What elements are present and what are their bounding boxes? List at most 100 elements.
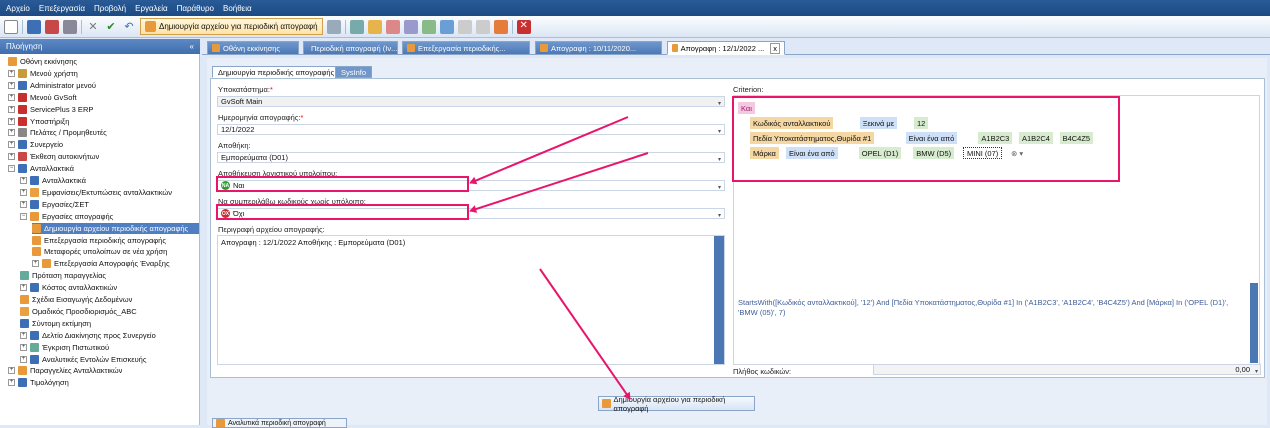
new-icon[interactable] [4,19,18,34]
nav-item[interactable]: + ServicePlus 3 ERP [8,104,93,115]
check-icon[interactable]: ✔ [104,20,118,34]
chevron-down-icon[interactable]: ▾ [718,156,721,163]
expand-icon[interactable]: + [8,69,15,77]
nav-item[interactable]: + Αναλυτικές Εντολών Επισκευής [20,354,146,365]
nav-item[interactable]: + Εργασίες/ΣΕΤ [20,199,89,210]
refresh-icon[interactable] [349,19,364,34]
expand-icon[interactable]: + [20,177,27,184]
tab-sysinfo[interactable]: SysInfo [335,66,373,78]
tab-document[interactable]: Απογραφη : 12/1/2022 ... x [667,41,785,55]
analytic-inventory-button[interactable]: Αναλυτικά περιοδική απογραφή [212,418,347,428]
scrollbar[interactable] [714,236,724,364]
link-icon[interactable] [403,19,418,34]
tab-document[interactable]: Οθόνη εκκίνησης [207,41,299,55]
nav-forward-icon[interactable] [475,19,490,34]
print-icon[interactable] [63,19,77,34]
chevron-down-icon[interactable]: ▾ [718,212,721,219]
nav-item[interactable]: + Τιμολόγηση [8,377,69,388]
nav-item[interactable]: + Δελτίο Διακίνησης προς Συνεργείο [20,330,156,341]
expand-icon[interactable]: + [8,81,15,89]
nav-item[interactable]: + Παραγγελίες Ανταλλακτικών [8,365,122,376]
warehouse-label: Αποθήκη: [218,141,251,150]
nav-item[interactable]: Δημιουργία αρχείου περιοδικής απογραφής [32,222,199,234]
expand-icon[interactable]: + [8,93,15,101]
undo-icon[interactable]: ↶ [122,20,136,34]
attach-icon[interactable] [385,19,400,34]
expand-icon[interactable]: + [8,129,15,137]
expand-icon[interactable]: + [8,379,15,387]
nav-item[interactable]: + Μενού χρήστη [8,68,78,79]
chevron-down-icon[interactable]: ▾ [718,184,721,191]
nav-item[interactable]: + Κόστος ανταλλακτικών [20,282,117,293]
tab-close-icon[interactable]: x [770,42,780,54]
menu-edit[interactable]: Επεξεργασία [39,4,85,13]
nav-item[interactable]: Μεταφορές υπολοίπων σε νέα χρήση [32,246,167,257]
expand-icon[interactable]: + [20,188,27,196]
delete-icon[interactable]: ✕ [86,20,100,34]
nav-item[interactable]: − Ανταλλακτικά [8,163,74,174]
nav-item[interactable]: + Επεξεργασία Απογραφής Έναρξης [32,258,170,269]
menu-window[interactable]: Παράθυρο [177,4,214,13]
nav-item[interactable]: Πρόταση παραγγελίας [20,270,106,281]
nav-item[interactable]: − Εργασίες απογραφής [20,211,113,222]
tab-document[interactable]: Απογραφη : 10/11/2020... [535,41,662,55]
expand-icon[interactable]: + [20,355,27,363]
warehouse-select[interactable]: Εμπορεύματα (D01) ▾ [217,152,725,163]
nav-item[interactable]: Επεξεργασία περιοδικής απογραφής [32,235,166,246]
expand-icon[interactable]: + [32,260,39,268]
grid-icon[interactable] [326,19,341,34]
menu-view[interactable]: Προβολή [94,4,126,13]
folder-icon[interactable] [367,19,382,34]
save-icon[interactable] [27,19,41,34]
nav-item[interactable]: + Υποστήριξη [8,116,69,127]
expand-icon[interactable]: + [8,105,15,113]
close-icon[interactable]: ✕ [516,19,531,34]
tab-document[interactable]: Περιοδική απογραφή (Ιν... [303,41,398,55]
date-field[interactable]: 12/1/2022 ▾ [217,124,725,135]
nav-item[interactable]: Οθόνη εκκίνησης [8,56,77,67]
nav-item[interactable]: + Administrator μενού [8,80,96,91]
expand-icon[interactable]: + [8,153,15,161]
nav-item[interactable]: + Έκθεση αυτοκινήτων [8,151,99,162]
nav-item[interactable]: + Μενού GvSoft [8,92,77,103]
tab-create-periodic[interactable]: Δημιουργία περιοδικής απογραφής [212,66,341,78]
scrollbar[interactable] [1250,283,1258,363]
nav-item[interactable]: + Εμφανίσεις/Εκτυπώσεις ανταλλακτικών [20,187,172,198]
save-close-icon[interactable] [45,19,59,34]
nav-item[interactable]: Σύντομη εκτίμηση [20,318,91,329]
menu-help[interactable]: Βοήθεια [223,4,252,13]
description-textarea[interactable]: Απογραφη : 12/1/2022 Αποθήκης : Εμπορεύμ… [217,235,725,365]
node-icon [20,318,29,328]
menu-file[interactable]: Αρχείο [6,4,30,13]
expand-icon[interactable]: − [20,212,27,220]
calendar-icon[interactable] [421,19,436,34]
node-icon [30,354,39,364]
expand-icon[interactable]: + [20,284,27,292]
expand-icon[interactable]: + [20,331,27,339]
create-file-toolbar-button[interactable]: Δημιουργία αρχείου για περιοδική απογραφ… [140,18,323,35]
expand-icon[interactable]: + [8,141,15,149]
nav-item[interactable]: Σχέδια Εισαγωγής Δεδομένων [20,294,132,305]
expand-icon[interactable]: + [20,343,27,351]
help-icon[interactable] [493,19,508,34]
nav-item[interactable]: + Συνεργείο [8,139,63,150]
tab-label: Επεξεργασία περιοδικής... [418,43,506,53]
nav-item[interactable]: + Έγκριση Πιστωτικού [20,342,109,353]
tab-document[interactable]: Επεξεργασία περιοδικής... [402,41,530,55]
chevron-down-icon[interactable]: ▾ [718,128,721,135]
nav-item[interactable]: Ομαδικός Προσδιορισμός_ABC [20,306,137,317]
nav-item[interactable]: + Ανταλλακτικά [20,175,86,186]
document-tabs: Οθόνη εκκίνησης Περιοδική απογραφή (Ιν...… [202,39,1270,55]
expand-icon[interactable]: + [8,367,15,375]
expand-icon[interactable]: − [8,165,15,173]
expand-icon[interactable]: + [8,117,15,125]
report-icon[interactable] [439,19,454,34]
nav-item[interactable]: + Πελάτες / Προμηθευτές [8,127,107,138]
create-file-button[interactable]: Δημιουργία αρχείου για περιοδική απογραφ… [598,395,755,413]
nav-back-icon[interactable] [457,19,472,34]
subsystem-field[interactable]: GvSoft Main ▾ [217,96,725,107]
expand-icon[interactable]: + [20,200,27,208]
menu-tools[interactable]: Εργαλεία [135,4,167,13]
chevron-down-icon[interactable]: ▾ [718,100,721,107]
collapse-nav-icon[interactable]: « [190,42,194,51]
